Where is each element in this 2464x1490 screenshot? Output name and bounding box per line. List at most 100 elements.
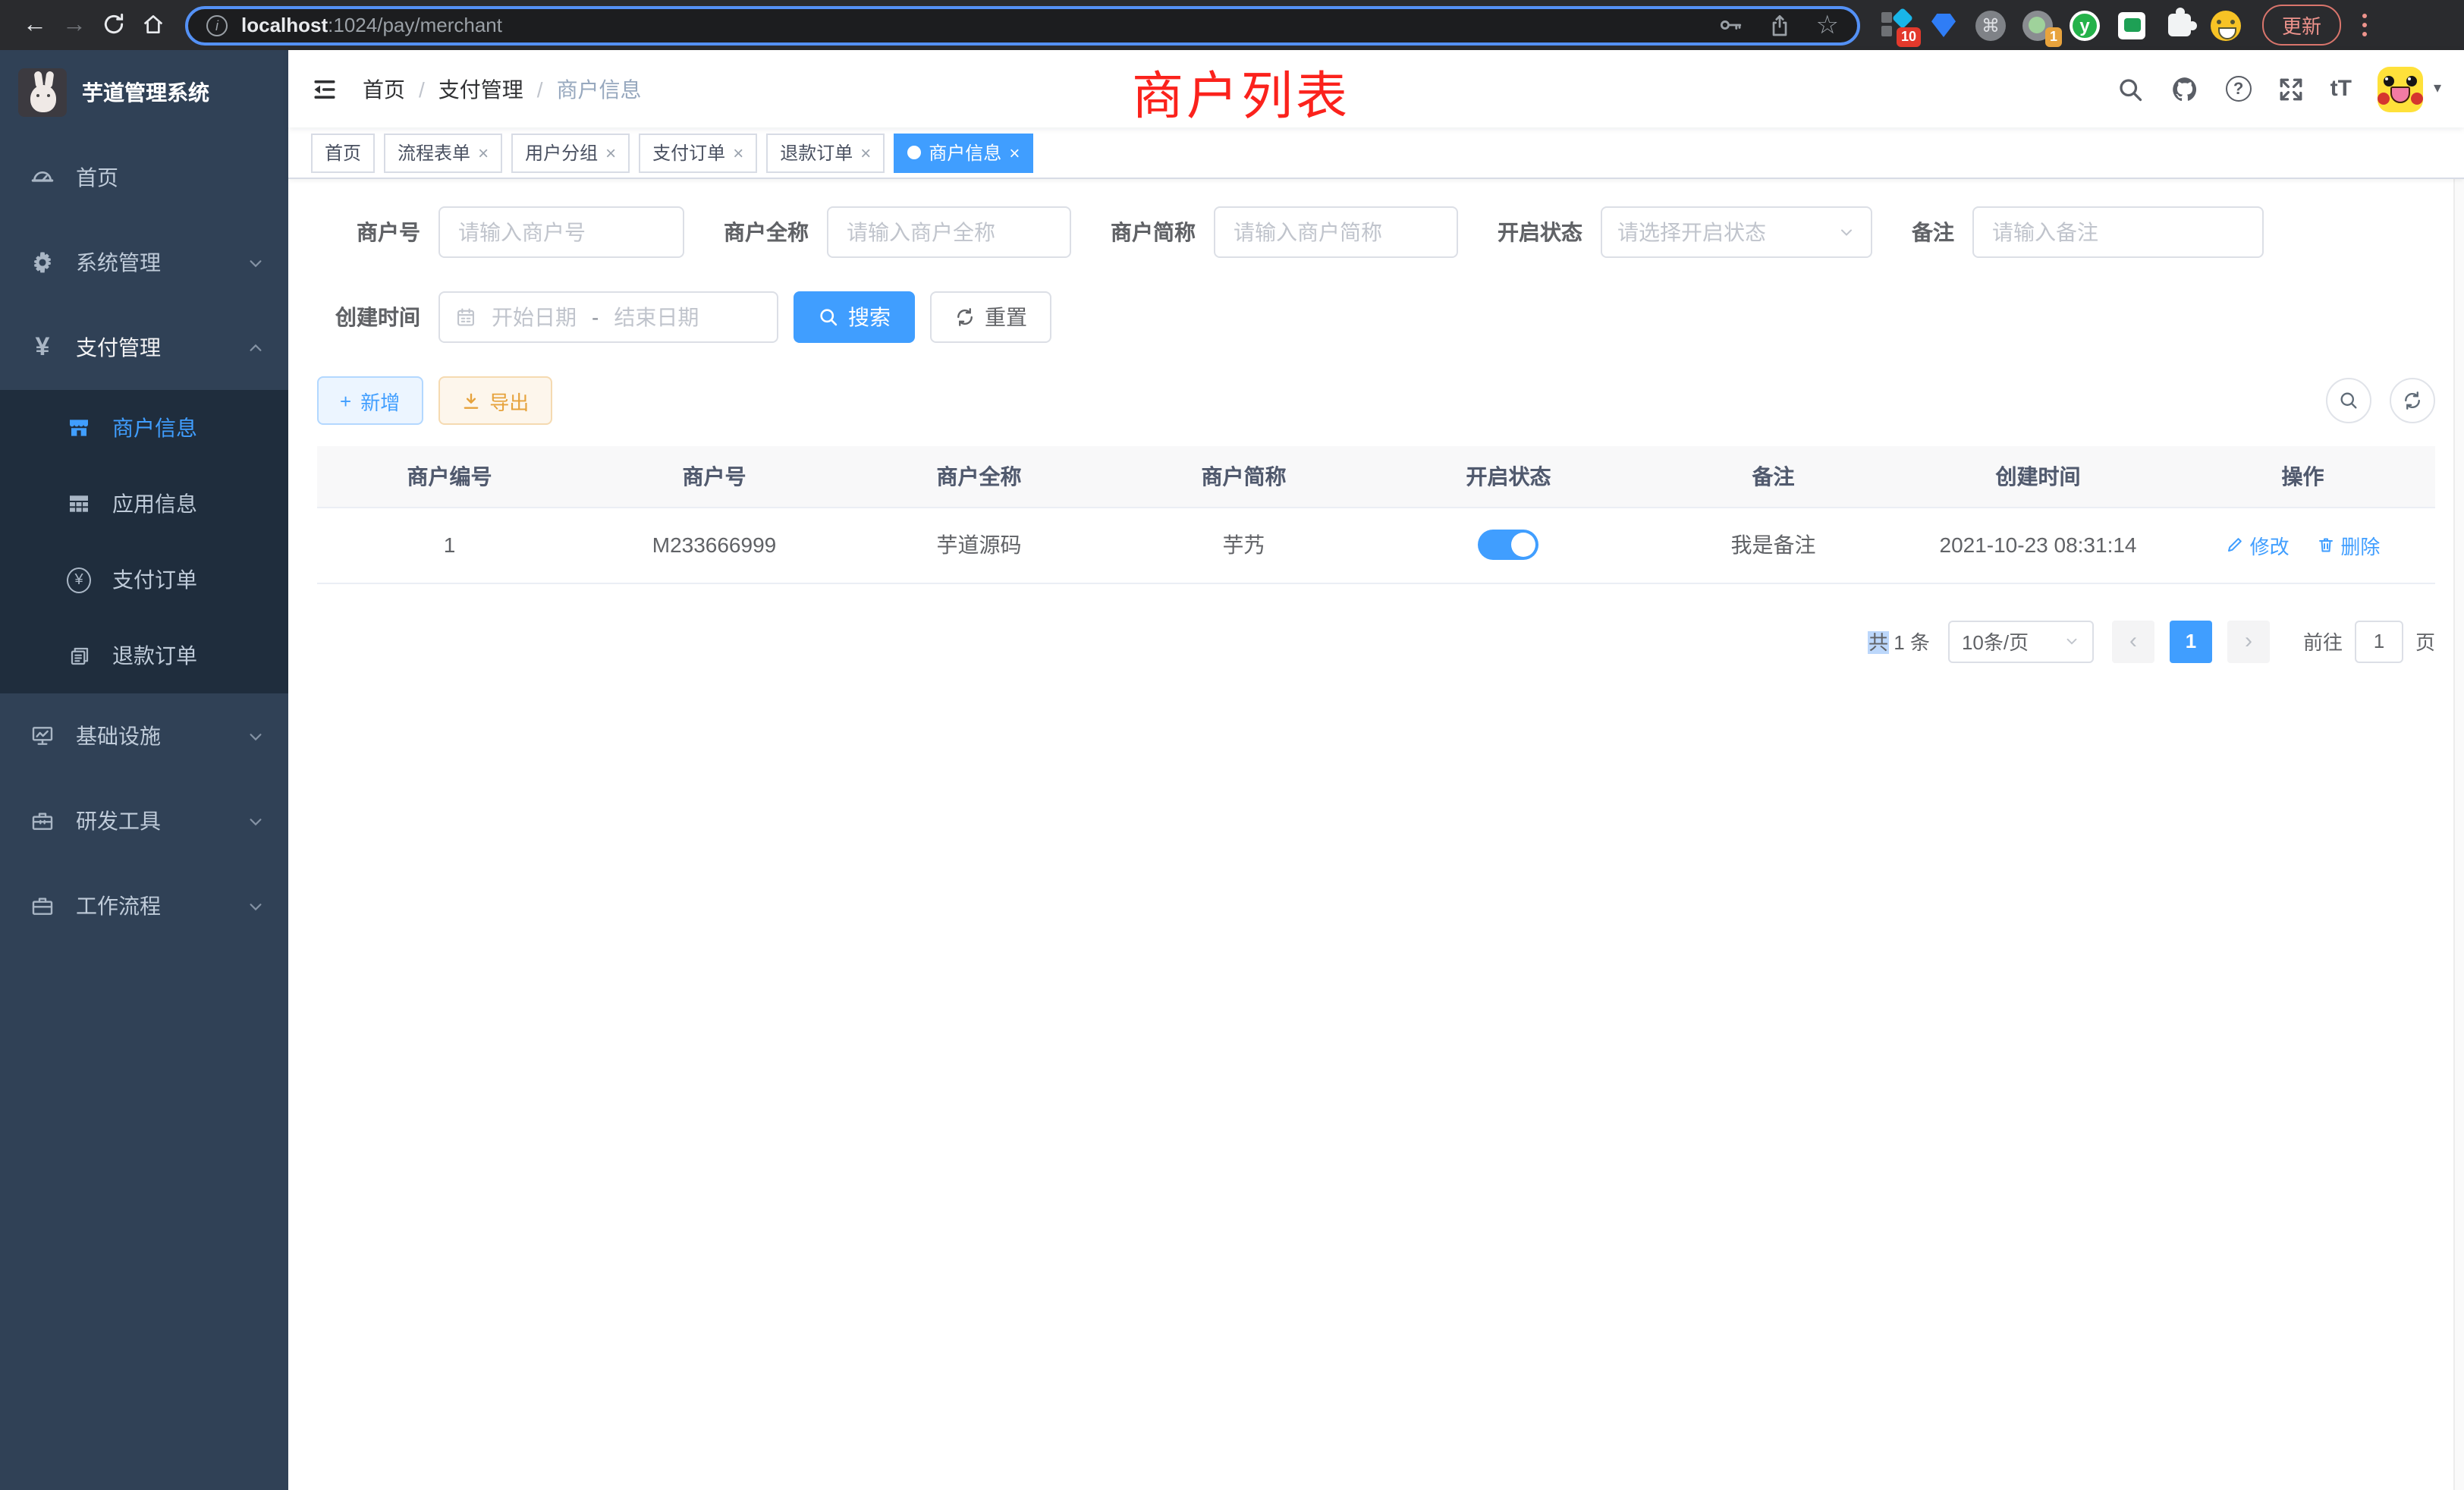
app-logo-row[interactable]: 芋道管理系统	[0, 50, 288, 135]
sidebar-item-dev-tools[interactable]: 研发工具	[0, 778, 288, 863]
extension-command-icon[interactable]: ⌘	[1975, 10, 2006, 40]
sidebar-item-home[interactable]: 首页	[0, 135, 288, 220]
search-button-label: 搜索	[848, 302, 891, 332]
password-key-icon[interactable]	[1718, 12, 1743, 38]
chevron-down-icon	[247, 728, 264, 744]
tab-user-group[interactable]: 用户分组 ×	[511, 133, 630, 172]
extensions-puzzle-icon[interactable]	[2164, 10, 2194, 40]
home-icon[interactable]	[134, 11, 173, 39]
sidebar: 芋道管理系统 首页 系统管理	[0, 50, 288, 1490]
merchant-no-input[interactable]	[438, 206, 684, 258]
pagination-total-count: 1 条	[1894, 631, 1930, 654]
reset-button[interactable]: 重置	[930, 291, 1051, 343]
tab-refund-order[interactable]: 退款订单×	[766, 133, 885, 172]
sidebar-item-workflow[interactable]: 工作流程	[0, 863, 288, 948]
status-toggle-on[interactable]	[1479, 530, 1539, 560]
remark-input[interactable]	[1972, 206, 2264, 258]
extension-tabs-icon[interactable]: 10	[1881, 10, 1912, 40]
col-short-name: 商户简称	[1111, 446, 1376, 507]
reset-button-label: 重置	[985, 302, 1027, 332]
fullscreen-icon[interactable]	[2277, 75, 2305, 102]
table-header-row: 商户编号 商户号 商户全称 商户简称 开启状态 备注 创建时间 操作	[317, 446, 2435, 507]
status-select[interactable]: 请选择开启状态	[1601, 206, 1872, 258]
close-icon[interactable]: ×	[860, 142, 871, 163]
prev-page-button[interactable]: ‹	[2112, 620, 2154, 662]
forward-icon[interactable]: →	[55, 11, 94, 39]
breadcrumb-pay[interactable]: 支付管理	[438, 74, 523, 104]
sidebar-menu: 首页 系统管理 ¥ 支付管理	[0, 135, 288, 1490]
sidebar-item-label: 退款订单	[112, 640, 197, 671]
sidebar-item-refund-order[interactable]: 退款订单	[0, 618, 288, 693]
col-create-time: 创建时间	[1906, 446, 2170, 507]
page-size-select[interactable]: 10条/页	[1948, 620, 2094, 662]
reload-icon[interactable]	[94, 11, 134, 39]
sidebar-item-system[interactable]: 系统管理	[0, 220, 288, 305]
edit-link-label: 修改	[2250, 530, 2290, 559]
create-time-range-picker[interactable]: 开始日期 - 结束日期	[438, 291, 778, 343]
full-name-input[interactable]	[827, 206, 1071, 258]
sidebar-item-merchant-info[interactable]: 商户信息	[0, 390, 288, 466]
extension-emoji-icon[interactable]	[2211, 10, 2241, 40]
export-button-label: 导出	[489, 386, 529, 415]
extension-y-icon[interactable]: y	[2070, 10, 2100, 40]
sidebar-item-infra[interactable]: 基础设施	[0, 693, 288, 778]
add-button[interactable]: + 新增	[317, 376, 423, 425]
tab-process-form[interactable]: 流程表单×	[384, 133, 502, 172]
user-avatar[interactable]	[2378, 66, 2423, 112]
site-info-icon[interactable]: i	[206, 14, 228, 36]
window-scrollbar[interactable]	[2453, 50, 2464, 1490]
extension-gem-icon[interactable]	[1928, 10, 1959, 40]
app-logo	[18, 68, 67, 117]
browser-menu-kebab-icon[interactable]	[2362, 23, 2367, 27]
sidebar-item-pay-order[interactable]: ¥ 支付订单	[0, 542, 288, 618]
extension-chat-icon[interactable]	[2117, 10, 2147, 40]
font-size-icon[interactable]: tT	[2330, 76, 2352, 102]
breadcrumb-home[interactable]: 首页	[363, 74, 405, 104]
address-bar[interactable]: i localhost:1024/pay/merchant ☆	[185, 5, 1860, 45]
sidebar-item-app-info[interactable]: 应用信息	[0, 466, 288, 542]
cell-merchant-id: 1	[317, 507, 582, 583]
share-icon[interactable]	[1768, 13, 1792, 37]
back-icon[interactable]: ←	[15, 11, 55, 39]
plus-icon: +	[340, 389, 351, 412]
table-row: 1 M233666999 芋道源码 芋艿 我是备注 2021-10-23 08:…	[317, 507, 2435, 583]
close-icon[interactable]: ×	[605, 142, 616, 163]
edit-link[interactable]: 修改	[2226, 530, 2290, 559]
tab-label: 商户信息	[929, 140, 1001, 165]
close-icon[interactable]: ×	[478, 142, 489, 163]
github-icon[interactable]	[2170, 74, 2200, 104]
search-button[interactable]: 搜索	[794, 291, 915, 343]
bookmark-star-icon[interactable]: ☆	[1816, 12, 1840, 38]
col-merchant-no: 商户号	[582, 446, 847, 507]
page-1-button[interactable]: 1	[2170, 620, 2212, 662]
create-time-label: 创建时间	[317, 302, 420, 332]
tab-pay-order[interactable]: 支付订单×	[639, 133, 757, 172]
col-full-name: 商户全称	[847, 446, 1111, 507]
pagination: 共 1 条 10条/页 ‹ 1 › 前往	[317, 620, 2435, 662]
caret-down-icon[interactable]: ▾	[2434, 80, 2441, 97]
refresh-table-button[interactable]	[2390, 378, 2435, 423]
tab-home[interactable]: 首页	[311, 133, 375, 172]
tab-merchant-info[interactable]: 商户信息 ×	[894, 133, 1033, 172]
goto-page-input[interactable]	[2355, 620, 2403, 662]
delete-link[interactable]: 删除	[2316, 530, 2380, 559]
app-title: 芋道管理系统	[82, 77, 209, 108]
short-name-input[interactable]	[1214, 206, 1458, 258]
export-button[interactable]: 导出	[438, 376, 552, 425]
sidebar-item-label: 支付管理	[76, 332, 161, 363]
collapse-sidebar-icon[interactable]	[311, 75, 338, 102]
page-size-value: 10条/页	[1962, 627, 2029, 655]
help-icon[interactable]: ?	[2226, 76, 2252, 102]
remark-label: 备注	[1912, 217, 1954, 247]
extension-profile-icon[interactable]: 1	[2022, 10, 2053, 40]
browser-update-button[interactable]: 更新	[2262, 5, 2341, 46]
search-icon[interactable]	[2117, 75, 2144, 102]
breadcrumb-separator: /	[419, 77, 425, 101]
show-search-toggle-button[interactable]	[2326, 378, 2371, 423]
tab-label: 用户分组	[525, 140, 598, 165]
sidebar-item-pay[interactable]: ¥ 支付管理	[0, 305, 288, 390]
close-icon[interactable]: ×	[1009, 142, 1020, 163]
close-icon[interactable]: ×	[733, 142, 743, 163]
sidebar-item-label: 应用信息	[112, 489, 197, 519]
next-page-button[interactable]: ›	[2227, 620, 2270, 662]
